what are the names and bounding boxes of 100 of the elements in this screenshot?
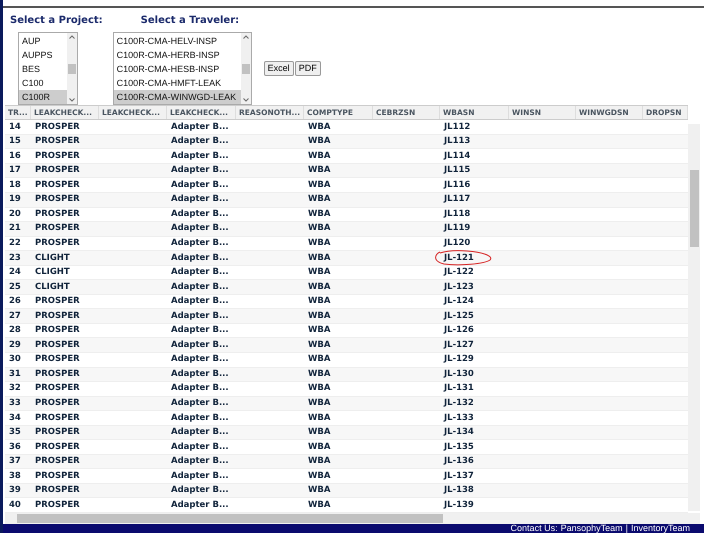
table-cell: Adapter B... — [171, 397, 229, 410]
list-option[interactable]: BES — [19, 62, 67, 76]
table-cell: PROSPER — [35, 237, 80, 250]
table-cell: Adapter B... — [171, 353, 229, 366]
scroll-up-icon[interactable] — [242, 35, 249, 39]
table-cell: PROSPER — [35, 150, 80, 162]
export-button[interactable]: PDF — [294, 61, 321, 76]
traveler-listbox[interactable]: C100R-CMA-HELV-INSP C100R-CMA-HERB-INSP C100R-CMA-HESB-INSP C100R-CMA-HMFT-LEAK C100R-CMA-WINWGD-LEAK — [112, 32, 252, 105]
table-cell: JL115 — [444, 164, 470, 178]
horizontal-scrollbar[interactable] — [5, 513, 700, 524]
list-option[interactable]: C100R-CMA-HESB-INSP — [114, 62, 241, 76]
list-option[interactable]: C100 — [19, 76, 67, 90]
table-cell: PROSPER — [35, 222, 80, 236]
traveler-label: Select a Traveler: — [140, 14, 240, 28]
table-cell: 35 — [9, 426, 21, 439]
list-option[interactable]: AUP — [19, 34, 67, 48]
table-cell: PROSPER — [35, 484, 80, 498]
scrollbar-thumb[interactable] — [68, 64, 76, 74]
table-cell: 18 — [9, 178, 21, 192]
table-cell: JL-139 — [444, 498, 474, 512]
scrollbar-thumb[interactable] — [242, 64, 250, 74]
table-cell: PROSPER — [35, 135, 80, 148]
table-cell: JL-130 — [444, 368, 474, 381]
table-cell: JL-127 — [444, 338, 474, 352]
footer-link[interactable]: PansophyTeam — [560, 524, 623, 533]
list-option[interactable]: C100R-CMA-HELV-INSP — [114, 34, 241, 48]
table-cell: PROSPER — [35, 353, 80, 366]
table-cell: Adapter B... — [171, 252, 229, 264]
export-button[interactable]: Excel — [264, 61, 294, 76]
table-cell: WBA — [308, 426, 330, 439]
table-cell: WBA — [308, 324, 330, 338]
table-cell: JL119 — [444, 222, 470, 236]
table-cell: Adapter B... — [171, 150, 229, 162]
table-cell: JL-125 — [444, 310, 474, 322]
table-cell: 14 — [9, 120, 21, 134]
table-cell: WBA — [308, 397, 330, 410]
table-cell: Adapter B... — [171, 338, 229, 352]
table-cell: JL-121 — [444, 252, 474, 264]
table-cell: Adapter B... — [171, 310, 229, 322]
table-cell: Adapter B... — [171, 295, 229, 308]
table-cell: Adapter B... — [171, 368, 229, 381]
table-cell: WBA — [308, 164, 330, 178]
table-cell: 39 — [9, 484, 21, 498]
table-cell: 16 — [9, 150, 21, 162]
table-cell: 26 — [9, 295, 21, 308]
table-cell: WBA — [308, 266, 330, 279]
table-cell: JL118 — [444, 208, 470, 221]
scroll-down-icon[interactable] — [69, 98, 75, 102]
table-cell: Adapter B... — [171, 178, 229, 192]
project-listbox[interactable]: AUP AUPPS BES C100 C100R — [18, 32, 78, 105]
table-cell: 20 — [9, 208, 21, 221]
table-cell: WBA — [308, 484, 330, 498]
table-cell: 29 — [9, 338, 21, 352]
table-cell: PROSPER — [35, 193, 80, 206]
table-cell: 38 — [9, 470, 21, 482]
table-cell: WBA — [308, 368, 330, 381]
table-cell: Adapter B... — [171, 266, 229, 279]
list-option[interactable]: C100R — [19, 90, 67, 104]
table-cell: Adapter B... — [171, 280, 229, 294]
table-cell: JL-131 — [444, 382, 474, 396]
scrollbar-thumb[interactable] — [690, 170, 698, 247]
table-cell: 27 — [9, 310, 21, 322]
table-cell: WBA — [308, 178, 330, 192]
table-cell: WBA — [308, 455, 330, 468]
table-cell: Adapter B... — [171, 470, 229, 482]
table-cell: WBA — [308, 193, 330, 206]
table-cell: PROSPER — [35, 382, 80, 396]
table-cell: PROSPER — [35, 324, 80, 338]
table-cell: 19 — [9, 193, 21, 206]
list-option[interactable]: C100R-CMA-HERB-INSP — [114, 48, 241, 62]
table-cell: 34 — [9, 412, 21, 424]
table-cell: WBA — [308, 498, 330, 512]
table-cell: PROSPER — [35, 310, 80, 322]
table-cell: Adapter B... — [171, 498, 229, 512]
table-cell: PROSPER — [35, 455, 80, 468]
table-cell: PROSPER — [35, 397, 80, 410]
table-cell: Adapter B... — [171, 164, 229, 178]
table-cell: WBA — [308, 120, 330, 134]
table-cell: Adapter B... — [171, 120, 229, 134]
table-cell: PROSPER — [35, 368, 80, 381]
list-scrollbar[interactable] — [67, 33, 77, 104]
list-option[interactable]: AUPPS — [19, 48, 67, 62]
table-cell: JL-126 — [444, 324, 474, 338]
table-cell: Adapter B... — [171, 193, 229, 206]
vertical-scrollbar[interactable] — [688, 124, 700, 511]
table-cell: WBA — [308, 353, 330, 366]
scrollbar-thumb[interactable] — [17, 514, 443, 523]
table-cell: Adapter B... — [171, 237, 229, 250]
table-cell: WBA — [308, 280, 330, 294]
list-scrollbar[interactable] — [240, 33, 251, 104]
table-cell: Adapter B... — [171, 208, 229, 221]
scroll-down-icon[interactable] — [242, 98, 249, 102]
footer-link[interactable]: InventoryTeam — [630, 524, 690, 533]
scroll-up-icon[interactable] — [69, 35, 75, 39]
table-cell: PROSPER — [35, 338, 80, 352]
list-option[interactable]: C100R-CMA-WINWGD-LEAK — [114, 90, 241, 104]
table-cell: JL112 — [444, 120, 470, 134]
table-cell: WBA — [308, 150, 330, 162]
list-option[interactable]: C100R-CMA-HMFT-LEAK — [114, 76, 241, 90]
table-cell: CLIGHT — [35, 266, 70, 279]
